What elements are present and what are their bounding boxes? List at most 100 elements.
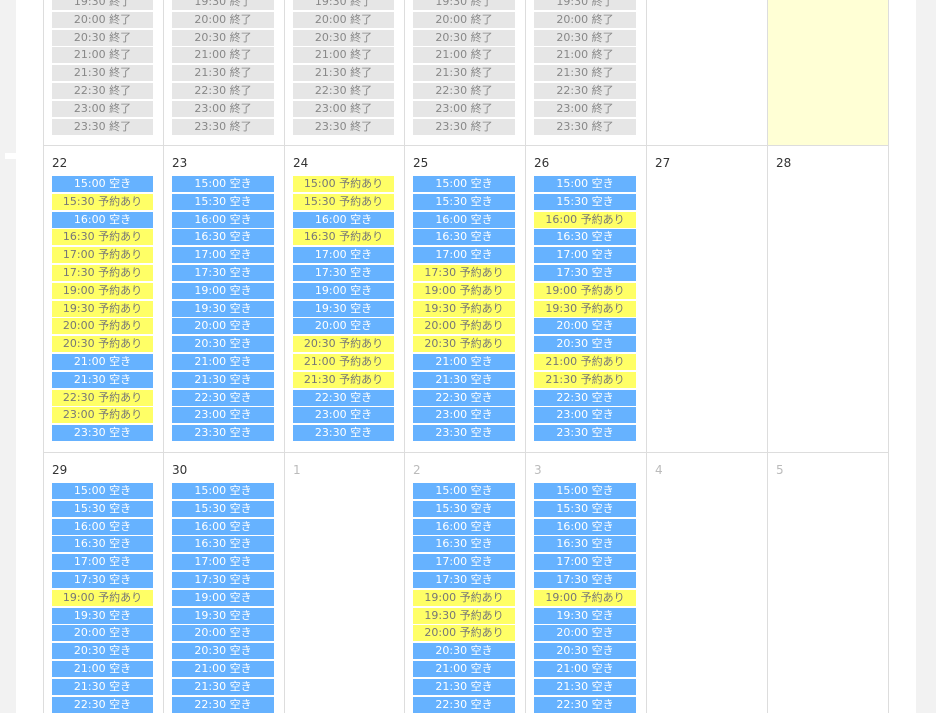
time-slot-available[interactable]: 21:30 空き <box>413 372 515 388</box>
time-slot-available[interactable]: 22:30 空き <box>293 390 394 406</box>
time-slot-booked[interactable]: 21:00 予約あり <box>293 354 394 370</box>
time-slot-booked[interactable]: 19:30 予約あり <box>534 301 636 317</box>
time-slot-available[interactable]: 22:30 空き <box>52 697 153 713</box>
time-slot-available[interactable]: 17:00 空き <box>172 554 274 570</box>
time-slot-available[interactable]: 16:30 空き <box>172 536 274 552</box>
time-slot-available[interactable]: 16:00 空き <box>534 519 636 535</box>
time-slot-booked[interactable]: 23:00 予約あり <box>52 407 153 423</box>
time-slot-available[interactable]: 20:30 空き <box>534 643 636 659</box>
time-slot-available[interactable]: 15:00 空き <box>413 483 515 499</box>
time-slot-available[interactable]: 23:30 空き <box>52 425 153 441</box>
time-slot-available[interactable]: 19:00 空き <box>293 283 394 299</box>
time-slot-available[interactable]: 21:00 空き <box>534 661 636 677</box>
time-slot-booked[interactable]: 20:00 予約あり <box>413 318 515 334</box>
time-slot-available[interactable]: 17:30 空き <box>52 572 153 588</box>
time-slot-available[interactable]: 23:30 空き <box>293 425 394 441</box>
time-slot-available[interactable]: 19:30 空き <box>293 301 394 317</box>
time-slot-booked[interactable]: 21:30 予約あり <box>293 372 394 388</box>
time-slot-available[interactable]: 15:30 空き <box>52 501 153 517</box>
time-slot-available[interactable]: 21:00 空き <box>172 661 274 677</box>
time-slot-available[interactable]: 16:00 空き <box>52 212 153 228</box>
time-slot-available[interactable]: 17:30 空き <box>534 572 636 588</box>
time-slot-available[interactable]: 16:30 空き <box>413 229 515 245</box>
time-slot-available[interactable]: 16:00 空き <box>52 519 153 535</box>
time-slot-booked[interactable]: 15:30 予約あり <box>52 194 153 210</box>
time-slot-available[interactable]: 16:30 空き <box>413 536 515 552</box>
time-slot-available[interactable]: 15:30 空き <box>413 501 515 517</box>
time-slot-booked[interactable]: 16:30 予約あり <box>293 229 394 245</box>
time-slot-available[interactable]: 23:00 空き <box>413 407 515 423</box>
time-slot-available[interactable]: 20:30 空き <box>172 643 274 659</box>
time-slot-available[interactable]: 21:00 空き <box>413 354 515 370</box>
time-slot-available[interactable]: 16:00 空き <box>293 212 394 228</box>
time-slot-available[interactable]: 19:30 空き <box>534 608 636 624</box>
time-slot-available[interactable]: 21:30 空き <box>172 372 274 388</box>
time-slot-booked[interactable]: 15:30 予約あり <box>293 194 394 210</box>
time-slot-available[interactable]: 15:30 空き <box>172 501 274 517</box>
time-slot-available[interactable]: 19:00 空き <box>172 590 274 606</box>
time-slot-available[interactable]: 15:00 空き <box>534 483 636 499</box>
time-slot-available[interactable]: 21:30 空き <box>52 679 153 695</box>
time-slot-available[interactable]: 23:30 空き <box>413 425 515 441</box>
time-slot-available[interactable]: 17:30 空き <box>172 572 274 588</box>
time-slot-available[interactable]: 17:00 空き <box>534 247 636 263</box>
time-slot-booked[interactable]: 17:00 予約あり <box>52 247 153 263</box>
time-slot-available[interactable]: 22:30 空き <box>172 390 274 406</box>
time-slot-available[interactable]: 20:00 空き <box>52 625 153 641</box>
time-slot-available[interactable]: 20:00 空き <box>293 318 394 334</box>
time-slot-booked[interactable]: 19:00 予約あり <box>52 283 153 299</box>
time-slot-booked[interactable]: 19:30 予約あり <box>413 608 515 624</box>
time-slot-available[interactable]: 23:00 空き <box>293 407 394 423</box>
time-slot-booked[interactable]: 19:00 予約あり <box>534 590 636 606</box>
time-slot-available[interactable]: 17:00 空き <box>413 247 515 263</box>
time-slot-booked[interactable]: 19:00 予約あり <box>413 590 515 606</box>
time-slot-booked[interactable]: 21:00 予約あり <box>534 354 636 370</box>
time-slot-available[interactable]: 21:30 空き <box>413 679 515 695</box>
time-slot-available[interactable]: 15:30 空き <box>534 194 636 210</box>
time-slot-available[interactable]: 16:00 空き <box>413 212 515 228</box>
time-slot-available[interactable]: 16:30 空き <box>172 229 274 245</box>
time-slot-booked[interactable]: 20:30 予約あり <box>413 336 515 352</box>
time-slot-available[interactable]: 20:30 空き <box>172 336 274 352</box>
time-slot-booked[interactable]: 15:00 予約あり <box>293 176 394 192</box>
time-slot-available[interactable]: 15:00 空き <box>52 176 153 192</box>
time-slot-booked[interactable]: 19:00 予約あり <box>413 283 515 299</box>
time-slot-available[interactable]: 17:30 空き <box>293 265 394 281</box>
time-slot-available[interactable]: 22:30 空き <box>413 697 515 713</box>
time-slot-available[interactable]: 19:30 空き <box>172 608 274 624</box>
time-slot-available[interactable]: 21:00 空き <box>413 661 515 677</box>
time-slot-available[interactable]: 15:00 空き <box>413 176 515 192</box>
time-slot-available[interactable]: 22:30 空き <box>534 697 636 713</box>
time-slot-available[interactable]: 17:00 空き <box>293 247 394 263</box>
time-slot-available[interactable]: 21:00 空き <box>52 661 153 677</box>
time-slot-booked[interactable]: 19:00 予約あり <box>534 283 636 299</box>
time-slot-available[interactable]: 15:00 空き <box>52 483 153 499</box>
time-slot-booked[interactable]: 20:30 予約あり <box>52 336 153 352</box>
time-slot-booked[interactable]: 17:30 予約あり <box>413 265 515 281</box>
time-slot-available[interactable]: 20:00 空き <box>534 625 636 641</box>
time-slot-available[interactable]: 22:30 空き <box>413 390 515 406</box>
time-slot-available[interactable]: 21:00 空き <box>172 354 274 370</box>
time-slot-available[interactable]: 16:30 空き <box>534 536 636 552</box>
time-slot-available[interactable]: 16:30 空き <box>534 229 636 245</box>
time-slot-available[interactable]: 21:30 空き <box>52 372 153 388</box>
time-slot-available[interactable]: 17:00 空き <box>413 554 515 570</box>
time-slot-booked[interactable]: 19:30 予約あり <box>413 301 515 317</box>
time-slot-booked[interactable]: 16:00 予約あり <box>534 212 636 228</box>
time-slot-available[interactable]: 15:00 空き <box>172 176 274 192</box>
time-slot-available[interactable]: 22:30 空き <box>534 390 636 406</box>
time-slot-available[interactable]: 19:00 空き <box>172 283 274 299</box>
time-slot-available[interactable]: 16:00 空き <box>413 519 515 535</box>
time-slot-available[interactable]: 23:30 空き <box>534 425 636 441</box>
time-slot-available[interactable]: 19:30 空き <box>52 608 153 624</box>
time-slot-booked[interactable]: 22:30 予約あり <box>52 390 153 406</box>
time-slot-available[interactable]: 17:00 空き <box>534 554 636 570</box>
time-slot-available[interactable]: 17:30 空き <box>413 572 515 588</box>
time-slot-booked[interactable]: 20:30 予約あり <box>293 336 394 352</box>
time-slot-available[interactable]: 16:30 空き <box>52 536 153 552</box>
time-slot-available[interactable]: 21:00 空き <box>52 354 153 370</box>
time-slot-available[interactable]: 16:00 空き <box>172 519 274 535</box>
time-slot-booked[interactable]: 21:30 予約あり <box>534 372 636 388</box>
time-slot-available[interactable]: 20:30 空き <box>413 643 515 659</box>
time-slot-available[interactable]: 19:30 空き <box>172 301 274 317</box>
